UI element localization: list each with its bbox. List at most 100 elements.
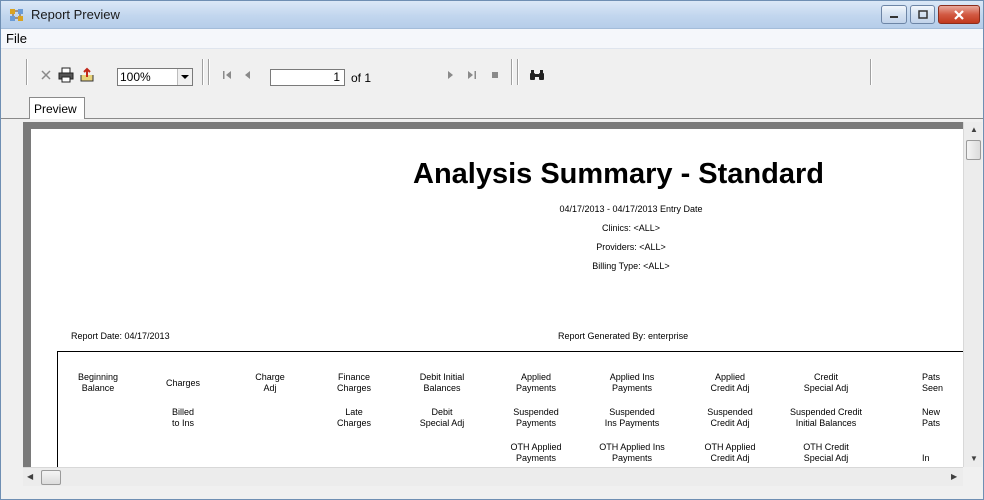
first-page-button[interactable]: [218, 66, 236, 84]
column-header-text: Payments: [515, 418, 557, 428]
column-header-text: Credit Adj: [710, 453, 750, 463]
report-preview-area: Analysis Summary - Standard 04/17/2013 -…: [23, 122, 963, 467]
maximize-icon: [917, 10, 928, 19]
scroll-right-icon[interactable]: ▶: [951, 472, 957, 481]
toolbar-separator: [208, 59, 210, 85]
column-header-text: Payments: [611, 453, 653, 463]
status-bar: [1, 487, 983, 499]
report-preview-window: Report Preview File 100% 1 of 1 Preview …: [0, 0, 984, 500]
column-header-text: OTH Applied Ins: [599, 442, 665, 452]
column-header-text: OTH Credit: [803, 442, 849, 452]
toolbar-separator: [202, 59, 204, 85]
toolbar-separator: [870, 59, 872, 85]
prev-page-icon: [245, 71, 250, 79]
find-icon: [530, 70, 544, 80]
close-icon: [954, 9, 964, 20]
dropdown-icon: [181, 75, 189, 79]
column-header-text: Applied Ins: [609, 372, 655, 382]
column-header-text: Initial Balances: [795, 418, 857, 428]
toolbar-separator: [26, 59, 28, 85]
print-icon: [58, 67, 74, 83]
column-header-text: Special Adj: [803, 383, 849, 393]
scroll-up-icon[interactable]: ▲: [970, 125, 978, 134]
stop-button[interactable]: [37, 66, 55, 84]
zoom-value: 100%: [120, 70, 151, 84]
column-header-text: Payments: [611, 383, 653, 393]
report-billing-type: Billing Type: <ALL>: [592, 261, 670, 271]
toolbar-separator: [511, 59, 513, 85]
zoom-select[interactable]: 100%: [117, 68, 193, 86]
column-header-text: Finance: [337, 372, 371, 382]
horizontal-scroll-thumb[interactable]: [41, 470, 61, 485]
column-header-text: Applied: [520, 372, 552, 382]
column-header-text: Special Adj: [419, 418, 465, 428]
column-header-text: Late: [345, 407, 363, 417]
column-header-text: Pats: [922, 418, 941, 428]
column-header-text: Seen: [922, 383, 944, 393]
column-header-text: Payments: [515, 453, 557, 463]
next-page-icon: [448, 71, 453, 79]
page-number-input[interactable]: 1: [270, 69, 345, 86]
column-header-text: New: [922, 407, 941, 417]
column-header-text: Pats: [922, 372, 941, 382]
minimize-button[interactable]: [881, 5, 907, 24]
tab-preview[interactable]: Preview: [29, 97, 85, 119]
minimize-icon: [890, 15, 898, 18]
column-header-text: Charges: [336, 418, 372, 428]
column-header-text: Applied: [714, 372, 746, 382]
report-date-range: 04/17/2013 - 04/17/2013 Entry Date: [559, 204, 703, 214]
tab-strip-border: [1, 118, 983, 119]
vertical-scroll-thumb[interactable]: [966, 140, 981, 160]
export-icon: [80, 67, 94, 82]
column-header-text: Charges: [336, 383, 372, 393]
report-generated-by: Report Generated By: enterprise: [558, 331, 689, 341]
zoom-dropdown-button[interactable]: [177, 69, 192, 85]
menu-file[interactable]: File: [6, 31, 27, 46]
column-header-text: Suspended: [707, 407, 753, 417]
report-column-headers: Beginning Balance Charges Billed to Ins Charg…: [57, 351, 963, 467]
column-header-text: Debit Initial: [419, 372, 465, 382]
prev-page-button[interactable]: [239, 66, 257, 84]
column-header-text: OTH Applied: [510, 442, 562, 452]
column-header-text: Credit: [813, 372, 838, 382]
export-button[interactable]: [78, 66, 96, 84]
toolbar-separator: [517, 59, 519, 85]
maximize-button[interactable]: [910, 5, 935, 24]
page-count-label: of 1: [351, 71, 372, 85]
horizontal-scrollbar[interactable]: ◀ ▶: [23, 467, 963, 486]
report-providers: Providers: <ALL>: [596, 242, 666, 252]
scroll-left-icon[interactable]: ◀: [27, 472, 33, 481]
column-header-text: Suspended Credit: [789, 407, 863, 417]
vertical-scrollbar[interactable]: ▲ ▼: [963, 122, 982, 467]
last-page-icon: [468, 71, 476, 79]
close-button[interactable]: [938, 5, 980, 24]
stop-load-button[interactable]: [486, 66, 504, 84]
report-date: Report Date: 04/17/2013: [71, 331, 170, 341]
title-bar: Report Preview: [1, 1, 983, 29]
scroll-down-icon[interactable]: ▼: [970, 454, 978, 463]
column-header-text: Credit Adj: [710, 418, 750, 428]
column-header-text: Suspended: [609, 407, 655, 417]
column-header-text: Ins Payments: [604, 418, 660, 428]
column-header-text: In: [922, 453, 930, 463]
column-header-text: to Ins: [171, 418, 194, 428]
window-title: Report Preview: [31, 7, 120, 22]
last-page-button[interactable]: [463, 66, 481, 84]
report-page: Analysis Summary - Standard 04/17/2013 -…: [31, 129, 963, 467]
column-header-text: Payments: [515, 383, 557, 393]
column-header-text: Charges: [165, 378, 201, 388]
toolbar: 100% 1 of 1: [1, 49, 983, 99]
next-page-button[interactable]: [441, 66, 459, 84]
report-title: Analysis Summary - Standard: [413, 158, 824, 190]
first-page-icon: [223, 71, 231, 79]
column-header-text: Billed: [171, 407, 194, 417]
stop-load-icon: [492, 72, 498, 78]
menu-bar: File: [1, 29, 983, 49]
column-header-text: Suspended: [513, 407, 559, 417]
find-button[interactable]: [528, 66, 546, 84]
stop-icon: [41, 70, 51, 80]
report-clinics: Clinics: <ALL>: [601, 223, 661, 233]
print-button[interactable]: [57, 66, 75, 84]
column-header-text: Special Adj: [803, 453, 849, 463]
app-icon: [10, 9, 23, 21]
